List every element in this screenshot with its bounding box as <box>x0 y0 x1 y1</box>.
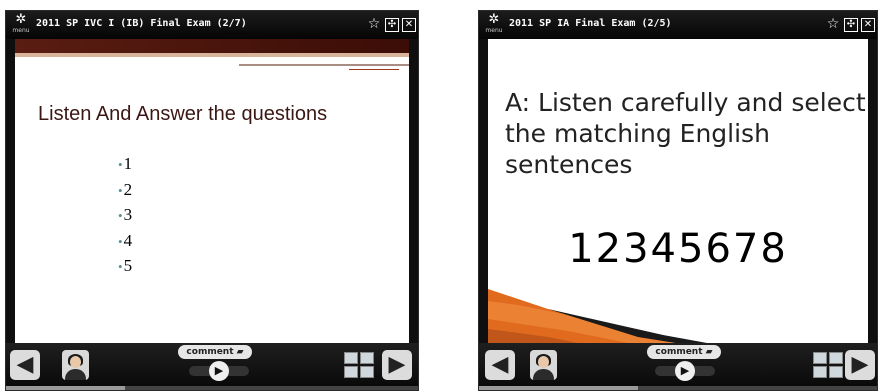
thumbnails-icon <box>813 352 827 364</box>
avatar-body <box>533 369 554 380</box>
bullet: • <box>118 182 123 198</box>
avatar-body <box>65 369 86 380</box>
comment-label: comment <box>186 347 234 357</box>
list-item: •5 <box>118 253 132 279</box>
presentation-title: 2011 SP IVC I (IB) Final Exam (2/7) <box>36 18 247 29</box>
next-slide-button[interactable]: ▶ <box>382 350 412 380</box>
avatar[interactable] <box>530 350 557 380</box>
avatar-face <box>70 356 81 368</box>
play-button[interactable]: ▶ <box>209 361 229 381</box>
list-item-label: 5 <box>123 256 133 275</box>
menu-button[interactable]: ✲ menu <box>11 13 31 37</box>
progress-bar[interactable] <box>479 386 877 390</box>
title-bar: ✲ menu 2011 SP IVC I (IB) Final Exam (2/… <box>6 11 418 39</box>
resize-icon[interactable]: ✣ <box>385 18 399 32</box>
thumbnail-tile <box>829 366 843 378</box>
bullet: • <box>118 157 123 172</box>
decorative-swoosh <box>488 289 707 343</box>
close-icon[interactable]: ✕ <box>861 18 875 32</box>
list-item: •3 <box>118 202 132 228</box>
thumbnails-button[interactable] <box>813 352 843 378</box>
gear-icon: ✲ <box>488 12 500 27</box>
list-item: •2 <box>118 177 132 203</box>
menu-label: menu <box>12 27 30 34</box>
thumbnail-tile <box>829 352 843 364</box>
list-item: •1 <box>118 151 132 177</box>
thumbnails-icon <box>344 352 358 364</box>
comment-label: comment <box>655 347 703 357</box>
menu-button[interactable]: ✲ menu <box>484 13 504 37</box>
decorative-line <box>349 69 399 70</box>
avatar[interactable] <box>62 350 89 380</box>
thumbnail-tile <box>360 366 374 378</box>
speech-bubble-icon: ▰ <box>705 347 713 357</box>
play-icon: ▶ <box>214 364 224 377</box>
list-item-label: 4 <box>123 230 133 250</box>
play-icon: ▶ <box>680 364 690 377</box>
list-item-label: 1 <box>123 154 133 173</box>
comment-button[interactable]: comment ▰ <box>178 345 252 359</box>
list-item: •4 <box>118 228 132 254</box>
progress-bar[interactable] <box>6 386 418 390</box>
slide-number-sequence: 12345678 <box>568 226 788 272</box>
title-bar: ✲ menu 2011 SP IA Final Exam (2/5) ☆ ✣ ✕ <box>479 11 877 39</box>
list-item-label: 2 <box>123 179 133 199</box>
star-icon[interactable]: ☆ <box>366 15 382 33</box>
progress-fill <box>479 386 639 390</box>
thumbnail-tile <box>360 352 374 364</box>
prev-slide-button[interactable]: ◀ <box>485 350 515 380</box>
close-icon[interactable]: ✕ <box>402 18 416 32</box>
slide-title: Listen And Answer the questions <box>38 103 328 125</box>
bullet: • <box>118 259 123 274</box>
next-slide-button[interactable]: ▶ <box>845 350 875 380</box>
presentation-player-2: ✲ menu 2011 SP IA Final Exam (2/5) ☆ ✣ ✕… <box>478 10 878 391</box>
slide-header-stripe <box>15 53 409 57</box>
control-bar: ◀ comment ▰ ▶ ▶ <box>479 343 877 390</box>
question-list: •1 •2 •3 •4 •5 <box>118 151 132 279</box>
prev-slide-button[interactable]: ◀ <box>10 350 40 380</box>
menu-label: menu <box>485 27 503 34</box>
playback-control: ▶ <box>189 361 249 381</box>
bullet: • <box>118 233 123 249</box>
slide-1: Listen And Answer the questions •1 •2 •3… <box>15 39 409 343</box>
slide-header-band <box>15 39 409 53</box>
presentation-title: 2011 SP IA Final Exam (2/5) <box>509 18 672 29</box>
comment-button[interactable]: comment ▰ <box>647 345 721 359</box>
slide-2: A: Listen carefully and select the match… <box>488 39 868 343</box>
speech-bubble-icon: ▰ <box>236 347 244 357</box>
arrow-right-icon: ▶ <box>851 352 869 377</box>
bullet: • <box>118 208 123 223</box>
avatar-face <box>538 356 549 368</box>
thumbnail-tile <box>344 366 358 378</box>
decorative-line <box>239 64 409 66</box>
thumbnail-tile <box>813 366 827 378</box>
presentation-player-1: ✲ menu 2011 SP IVC I (IB) Final Exam (2/… <box>5 10 419 391</box>
control-bar: ◀ comment ▰ ▶ ▶ <box>6 343 418 390</box>
arrow-left-icon: ◀ <box>491 352 509 377</box>
thumbnails-button[interactable] <box>344 352 374 378</box>
star-icon[interactable]: ☆ <box>825 15 841 33</box>
play-button[interactable]: ▶ <box>675 361 695 381</box>
gear-icon: ✲ <box>15 12 27 27</box>
arrow-left-icon: ◀ <box>16 352 34 377</box>
list-item-label: 3 <box>123 205 133 224</box>
resize-icon[interactable]: ✣ <box>844 18 858 32</box>
slide-instruction: A: Listen carefully and select the match… <box>505 88 866 179</box>
arrow-right-icon: ▶ <box>388 352 406 377</box>
playback-control: ▶ <box>655 361 715 381</box>
progress-fill <box>6 386 126 390</box>
